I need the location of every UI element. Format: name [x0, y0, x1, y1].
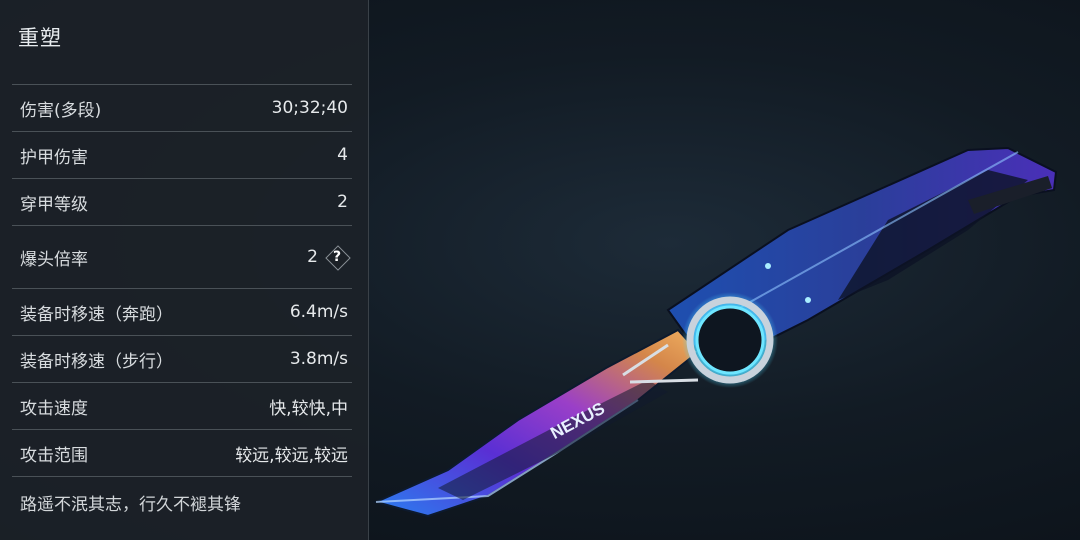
stat-row-attack-speed: 攻击速度 快,较快,中 [12, 382, 352, 429]
handle-light-1 [765, 263, 771, 269]
stat-row-run-speed: 装备时移速（奔跑） 6.4m/s [12, 288, 352, 335]
blade-panel [438, 380, 668, 500]
stat-row-walk-speed: 装备时移速（步行） 3.8m/s [12, 335, 352, 382]
stat-row-armor-damage: 护甲伤害 4 [12, 131, 352, 178]
stats-list: 伤害(多段) 30;32;40 护甲伤害 4 穿甲等级 2 爆头倍率 2 ? 装… [12, 84, 352, 477]
stat-row-damage: 伤害(多段) 30;32;40 [12, 84, 352, 131]
stat-row-penetration: 穿甲等级 2 [12, 178, 352, 225]
stat-label: 穿甲等级 [20, 194, 88, 215]
stat-label: 攻击速度 [20, 398, 88, 419]
stat-row-headshot: 爆头倍率 2 ? [12, 225, 352, 288]
stat-label: 攻击范围 [20, 445, 88, 466]
stat-label: 装备时移速（奔跑） [20, 304, 173, 325]
weapon-motto: 路遥不泯其志，行久不褪其锋 [20, 495, 241, 515]
help-icon-glyph: ? [332, 249, 342, 265]
stat-value: 2 [307, 247, 318, 267]
handle-light-2 [805, 297, 811, 303]
stat-value: 快,较快,中 [269, 398, 348, 419]
weapon-name: 重塑 [18, 26, 62, 50]
stat-value: 30;32;40 [271, 98, 348, 118]
knife-weapon-render: NEXUS [373, 146, 1058, 518]
stat-value: 4 [337, 145, 348, 165]
stat-value: 2 [337, 192, 348, 212]
stat-label: 伤害(多段) [20, 100, 102, 121]
finger-ring-inner [695, 305, 765, 375]
stat-value-wrap: 2 ? [307, 246, 348, 268]
stat-label: 装备时移速（步行） [20, 351, 173, 372]
stat-label: 护甲伤害 [20, 147, 88, 168]
stat-value: 3.8m/s [289, 349, 348, 369]
weapon-info-panel: 重塑 伤害(多段) 30;32;40 护甲伤害 4 穿甲等级 2 爆头倍率 2 … [0, 0, 369, 540]
help-icon[interactable]: ? [326, 246, 348, 268]
stat-value: 6.4m/s [289, 302, 348, 322]
stat-label: 爆头倍率 [20, 249, 88, 270]
handle-highlight [717, 151, 1019, 321]
stat-value: 较远,较远,较远 [235, 445, 348, 466]
stat-row-attack-range: 攻击范围 较远,较远,较远 [12, 429, 352, 477]
